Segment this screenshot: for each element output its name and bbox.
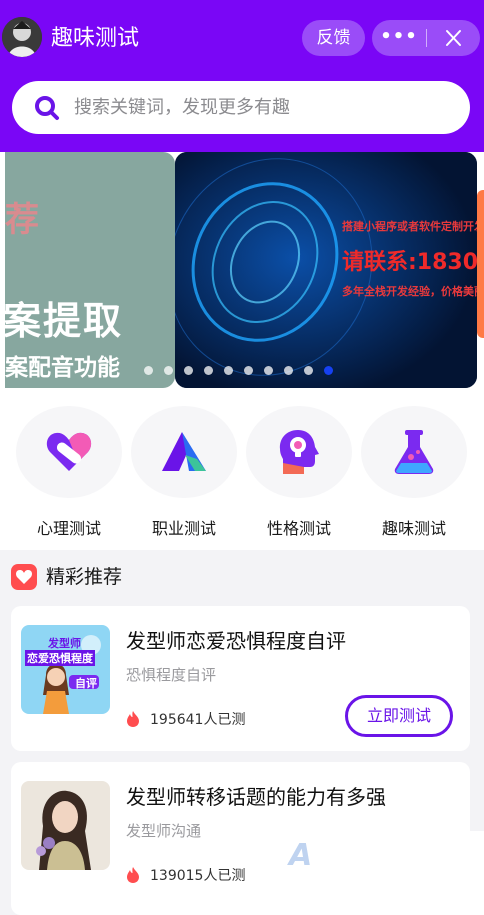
carousel-dot[interactable] bbox=[164, 366, 173, 375]
category-icon-bg bbox=[16, 406, 122, 498]
category-fun[interactable]: 趣味测试 bbox=[361, 406, 467, 540]
test-card[interactable]: 发型师 恋爱恐惧程度 自评 发型师恋爱恐惧程度自评 恐惧程度自评 195641人… bbox=[11, 606, 470, 751]
flame-icon bbox=[127, 711, 139, 727]
heart-bandage-icon bbox=[46, 432, 92, 471]
slide-line-1: 搭建小程序或者软件定制开发 bbox=[342, 220, 477, 233]
category-psychology[interactable]: 心理测试 bbox=[16, 406, 122, 540]
thumb-title-2: 恋爱恐惧程度 bbox=[25, 650, 95, 666]
slide-subline: 案配音功能 bbox=[5, 355, 120, 381]
carousel-dot[interactable] bbox=[224, 366, 233, 375]
banner-slide-next[interactable] bbox=[477, 190, 484, 338]
slide-line-3: 多年全栈开发经验，价格美丽，无 bbox=[342, 285, 477, 298]
banner-slide-current[interactable]: 搭建小程序或者软件定制开发 请联系:183018931 多年全栈开发经验，价格美… bbox=[175, 152, 477, 388]
flask-icon bbox=[394, 430, 434, 474]
carousel-dots bbox=[144, 366, 333, 376]
category-label: 趣味测试 bbox=[381, 519, 446, 538]
card-thumbnail bbox=[21, 781, 110, 870]
card-subtitle: 恐惧程度自评 bbox=[126, 666, 217, 684]
carousel-dot[interactable] bbox=[144, 366, 153, 375]
head-bulb-icon bbox=[279, 430, 319, 474]
category-personality[interactable]: 性格测试 bbox=[246, 406, 352, 540]
carousel-dot[interactable] bbox=[204, 366, 213, 375]
card-count: 195641人已测 bbox=[150, 712, 246, 728]
carousel-dot[interactable] bbox=[264, 366, 273, 375]
overlay-watermark-glyph: A bbox=[289, 838, 313, 873]
app-avatar bbox=[2, 17, 42, 57]
search-placeholder: 搜索关键词，发现更多有趣 bbox=[74, 97, 290, 118]
slide-headline: 案提取 bbox=[5, 299, 124, 343]
search-icon bbox=[35, 96, 59, 120]
card-count: 139015人已测 bbox=[150, 868, 246, 884]
category-label: 心理测试 bbox=[36, 519, 101, 538]
close-button[interactable] bbox=[427, 20, 480, 56]
card-count-row: 139015人已测 bbox=[126, 865, 245, 885]
category-career[interactable]: 职业测试 bbox=[131, 406, 237, 540]
banner-slide-previous[interactable]: 荐 案提取 案配音功能 bbox=[5, 152, 175, 388]
category-icon-bg bbox=[361, 406, 467, 498]
search-bar[interactable]: 搜索关键词，发现更多有趣 bbox=[12, 81, 470, 134]
section-title: 精彩推荐 bbox=[46, 566, 123, 588]
flame-icon bbox=[127, 867, 139, 883]
feedback-button[interactable]: 反馈 bbox=[302, 20, 365, 56]
carousel-dot[interactable] bbox=[244, 366, 253, 375]
category-icon-bg bbox=[131, 406, 237, 498]
slide-tag: 荐 bbox=[5, 200, 39, 240]
card-count-row: 195641人已测 bbox=[126, 709, 245, 729]
slide-line-2: 请联系:183018931 bbox=[342, 250, 477, 275]
mini-program-capsule: ••• bbox=[372, 20, 480, 56]
floating-overlay bbox=[303, 831, 484, 915]
card-thumbnail: 发型师 恋爱恐惧程度 自评 bbox=[21, 625, 110, 714]
start-test-button[interactable]: 立即测试 bbox=[345, 695, 453, 737]
card-subtitle: 发型师沟通 bbox=[126, 822, 202, 840]
thumb-title-1: 发型师 bbox=[48, 637, 81, 650]
triangle-a-icon bbox=[162, 432, 206, 471]
heart-badge-icon bbox=[11, 564, 37, 590]
card-title: 发型师转移话题的能力有多强 bbox=[126, 785, 386, 809]
category-label: 性格测试 bbox=[266, 519, 331, 538]
carousel-dot[interactable] bbox=[284, 366, 293, 375]
more-button[interactable]: ••• bbox=[372, 20, 426, 56]
carousel-dot-active[interactable] bbox=[324, 366, 333, 375]
category-label: 职业测试 bbox=[151, 519, 216, 538]
category-icon-bg bbox=[246, 406, 352, 498]
carousel-dot[interactable] bbox=[184, 366, 193, 375]
card-title: 发型师恋爱恐惧程度自评 bbox=[126, 629, 346, 653]
close-icon bbox=[446, 30, 461, 46]
thumb-title-3: 自评 bbox=[75, 677, 97, 690]
carousel-dot[interactable] bbox=[304, 366, 313, 375]
app-title: 趣味测试 bbox=[51, 26, 140, 51]
thumbnail-portrait bbox=[21, 781, 110, 870]
